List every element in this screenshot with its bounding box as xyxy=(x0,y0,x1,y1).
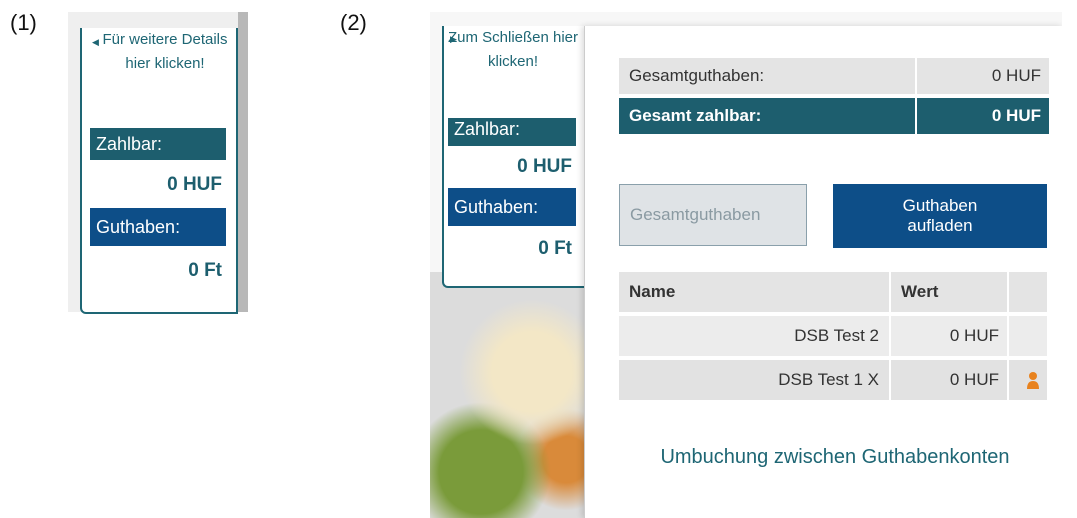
account-name: DSB Test 2 xyxy=(794,326,879,345)
close-details-link[interactable]: Zum Schließen hier klicken! xyxy=(444,26,582,74)
summary-value: 0 HUF xyxy=(917,98,1049,134)
top-up-button[interactable]: Guthaben aufladen xyxy=(833,184,1047,248)
details-panel: Gesamtguthaben: 0 HUF Gesamt zahlbar: 0 … xyxy=(584,26,1062,518)
figure-label-1: (1) xyxy=(10,10,37,35)
payable-value: 0 HUF xyxy=(90,168,226,202)
divider xyxy=(1007,316,1009,356)
table-row[interactable]: DSB Test 2 0 HUF xyxy=(619,316,1047,356)
total-credit-button[interactable]: Gesamtguthaben xyxy=(619,184,807,246)
figure-label-2: (2) xyxy=(340,10,367,35)
account-value: 0 HUF xyxy=(949,326,999,345)
summary-row-total-payable: Gesamt zahlbar: 0 HUF xyxy=(619,98,1049,134)
background-food-image xyxy=(430,272,600,518)
person-icon[interactable] xyxy=(1026,371,1040,389)
sidebar-payable-value: 0 HUF xyxy=(448,150,576,184)
scrollbar[interactable] xyxy=(238,12,248,312)
caret-left-icon: ◀ xyxy=(92,37,99,47)
expanded-panel: ▶ Zum Schließen hier klicken! Zahlbar: 0… xyxy=(430,12,1062,518)
account-value: 0 HUF xyxy=(949,370,999,389)
credit-value: 0 Ft xyxy=(90,254,226,288)
summary-label: Gesamtguthaben: xyxy=(619,58,915,94)
header-value: Wert xyxy=(901,282,939,301)
top-up-label: Guthaben aufladen xyxy=(902,196,978,235)
summary-label: Gesamt zahlbar: xyxy=(619,98,915,134)
sidebar-credit-label: Guthaben: xyxy=(448,188,576,226)
accounts-header: Name Wert xyxy=(619,272,1047,312)
sidebar-credit-value: 0 Ft xyxy=(448,232,576,266)
payable-label: Zahlbar: xyxy=(90,128,226,160)
account-name: DSB Test 1 X xyxy=(778,370,879,389)
balance-sidebar: ▶ Zum Schließen hier klicken! Zahlbar: 0… xyxy=(442,26,584,288)
transfer-between-accounts-link[interactable]: Umbuchung zwischen Guthabenkonten xyxy=(645,446,1025,468)
divider xyxy=(1007,272,1009,312)
summary-value: 0 HUF xyxy=(917,58,1049,94)
sidebar-payable-label: Zahlbar: xyxy=(448,118,576,146)
credit-label: Guthaben: xyxy=(90,208,226,246)
expand-details-link[interactable]: Für weitere Details hier klicken! xyxy=(102,28,228,76)
balance-card: ◀ Für weitere Details hier klicken! Zahl… xyxy=(80,28,238,314)
table-row[interactable]: DSB Test 1 X 0 HUF xyxy=(619,360,1047,400)
summary-row-total-credit: Gesamtguthaben: 0 HUF xyxy=(619,58,1049,94)
divider xyxy=(1007,360,1009,400)
collapsed-panel: ◀ Für weitere Details hier klicken! Zahl… xyxy=(68,12,248,314)
header-name: Name xyxy=(629,282,676,301)
